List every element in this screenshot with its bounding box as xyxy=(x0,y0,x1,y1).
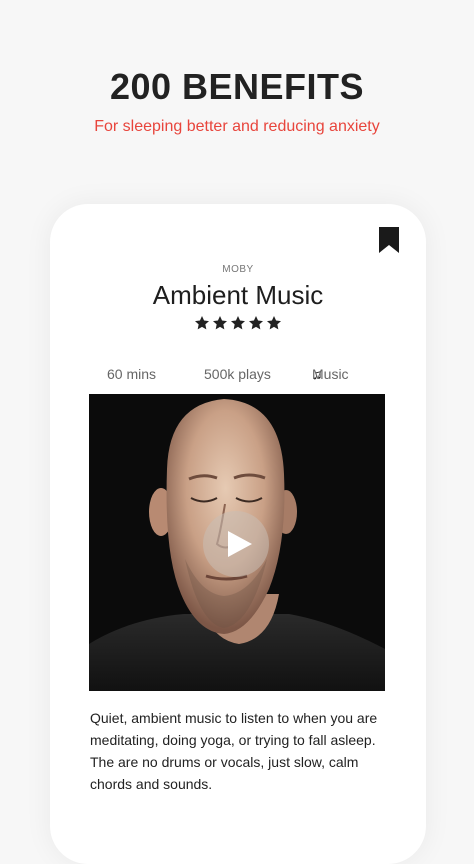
star-icon xyxy=(249,316,263,330)
track-description: Quiet, ambient music to listen to when y… xyxy=(90,710,378,792)
plays-count: 500k plays xyxy=(204,366,271,382)
bookmark-icon[interactable] xyxy=(379,227,399,253)
star-icon xyxy=(213,316,227,330)
play-icon xyxy=(227,531,252,557)
star-icon xyxy=(267,316,281,330)
duration-label: 60 mins xyxy=(107,366,157,382)
star-icon xyxy=(195,316,209,330)
artist-photo xyxy=(89,394,385,691)
track-detail-card: MOBY Ambient Music 60 mins 500k plays ♫ M… xyxy=(50,204,426,864)
artist-name: MOBY xyxy=(222,264,254,275)
play-button[interactable] xyxy=(203,511,269,577)
track-title: Ambient Music xyxy=(152,280,324,310)
star-icon xyxy=(231,316,245,330)
promo-subheadline: For sleeping better and reducing anxiety xyxy=(94,118,380,135)
promo-headline: 200 BENEFITS xyxy=(109,66,365,107)
star-rating xyxy=(50,315,426,331)
genre-text: Music xyxy=(312,366,349,382)
